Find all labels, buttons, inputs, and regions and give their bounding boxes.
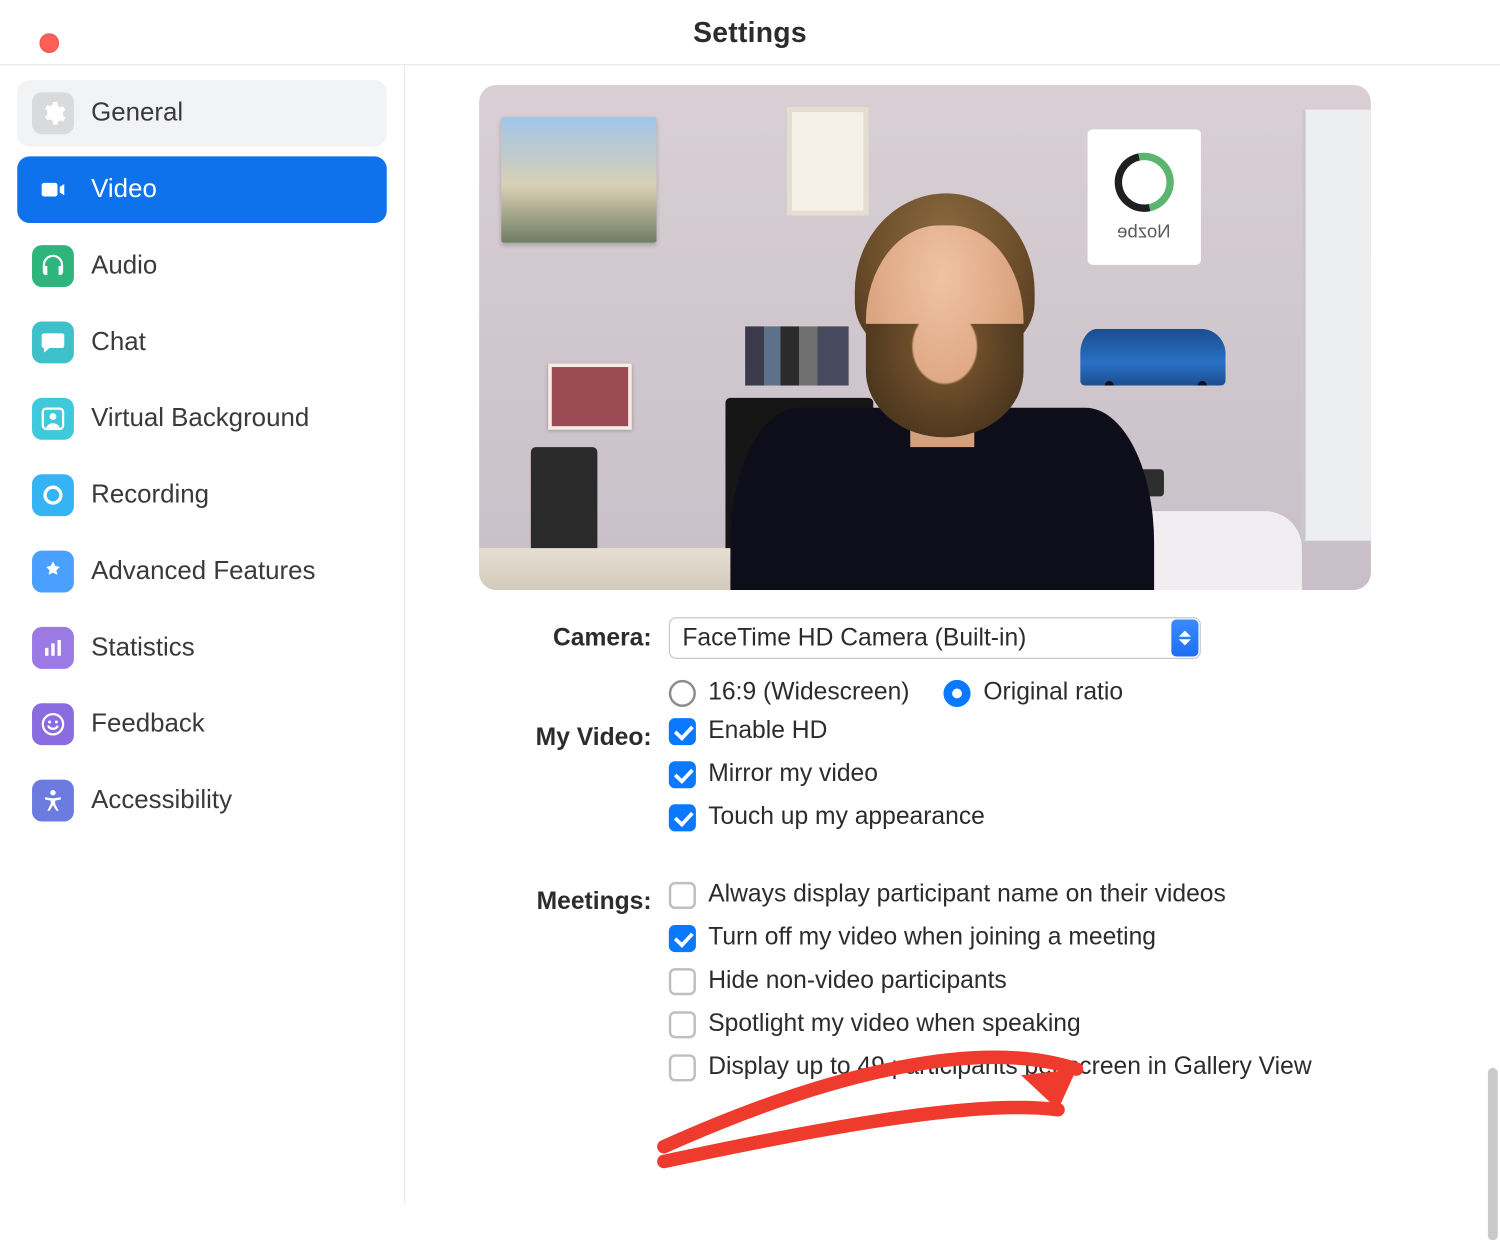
checkbox-label: Hide non-video participants xyxy=(708,967,1007,995)
sidebar-item-audio[interactable]: Audio xyxy=(17,233,387,300)
preview-person xyxy=(713,184,1171,590)
wall-photo xyxy=(548,363,632,430)
bar-chart-icon xyxy=(32,627,74,669)
my-video-label: My Video: xyxy=(479,717,669,753)
sidebar-item-label: Virtual Background xyxy=(91,404,309,434)
accessibility-icon xyxy=(32,780,74,822)
video-settings-panel: Nozbe Camera: xyxy=(405,65,1500,1203)
sidebar-item-general[interactable]: General xyxy=(17,80,387,147)
video-preview: Nozbe xyxy=(479,85,1371,590)
smile-icon xyxy=(32,703,74,745)
sidebar-item-label: Audio xyxy=(91,251,157,281)
checkbox-label: Always display participant name on their… xyxy=(708,881,1226,909)
checkbox-gallery-49[interactable]: Display up to 49 participants per screen… xyxy=(669,1053,1463,1081)
checkbox-label: Enable HD xyxy=(708,717,827,745)
sidebar-item-label: Chat xyxy=(91,328,146,358)
checkbox-label: Mirror my video xyxy=(708,760,878,788)
sidebar-item-label: Recording xyxy=(91,480,209,510)
radio-label: Original ratio xyxy=(983,679,1123,707)
chat-bubble-icon xyxy=(32,321,74,363)
sidebar-item-accessibility[interactable]: Accessibility xyxy=(17,767,387,834)
checkbox-display-name[interactable]: Always display participant name on their… xyxy=(669,881,1463,909)
close-window-dot[interactable] xyxy=(39,33,59,53)
scrollbar[interactable] xyxy=(1488,1068,1498,1240)
radio-label: 16:9 (Widescreen) xyxy=(708,679,909,707)
wall-picture xyxy=(501,117,656,243)
checkbox-label: Turn off my video when joining a meeting xyxy=(708,924,1156,952)
sidebar-item-label: Accessibility xyxy=(91,786,232,816)
checkbox-turn-off-video[interactable]: Turn off my video when joining a meeting xyxy=(669,924,1463,952)
headphones-icon xyxy=(32,245,74,287)
checkbox-label: Touch up my appearance xyxy=(708,803,985,831)
sidebar-item-statistics[interactable]: Statistics xyxy=(17,615,387,682)
window-title: Settings xyxy=(693,15,807,48)
radio-original-ratio[interactable]: Original ratio xyxy=(944,679,1123,707)
sidebar-item-recording[interactable]: Recording xyxy=(17,462,387,529)
settings-sidebar: General Video Audio Chat xyxy=(0,65,405,1203)
advanced-icon xyxy=(32,551,74,593)
sidebar-item-video[interactable]: Video xyxy=(17,156,387,223)
sidebar-item-label: General xyxy=(91,99,183,129)
sidebar-item-advanced-features[interactable]: Advanced Features xyxy=(17,538,387,605)
titlebar: Settings xyxy=(0,0,1500,65)
checkbox-label: Display up to 49 participants per screen… xyxy=(708,1053,1311,1081)
record-icon xyxy=(32,474,74,516)
camera-select[interactable]: FaceTime HD Camera (Built-in) xyxy=(669,617,1201,659)
sidebar-item-label: Feedback xyxy=(91,709,205,739)
checkbox-mirror-video[interactable]: Mirror my video xyxy=(669,760,1463,788)
select-stepper-icon xyxy=(1171,620,1198,657)
sidebar-item-virtual-background[interactable]: Virtual Background xyxy=(17,386,387,453)
sidebar-item-label: Advanced Features xyxy=(91,557,315,587)
checkbox-spotlight[interactable]: Spotlight my video when speaking xyxy=(669,1010,1463,1038)
camera-label: Camera: xyxy=(479,617,669,653)
camera-select-value: FaceTime HD Camera (Built-in) xyxy=(682,624,1026,652)
meetings-label: Meetings: xyxy=(479,881,669,917)
radio-16-9[interactable]: 16:9 (Widescreen) xyxy=(669,679,910,707)
checkbox-label: Spotlight my video when speaking xyxy=(708,1010,1080,1038)
gear-icon xyxy=(32,92,74,134)
checkbox-touch-up[interactable]: Touch up my appearance xyxy=(669,803,1463,831)
sidebar-item-label: Statistics xyxy=(91,633,195,663)
sidebar-item-label: Video xyxy=(91,175,157,205)
checkbox-hide-non-video[interactable]: Hide non-video participants xyxy=(669,967,1463,995)
video-camera-icon xyxy=(32,169,74,211)
whiteboard xyxy=(1302,110,1371,541)
sidebar-item-feedback[interactable]: Feedback xyxy=(17,691,387,758)
checkbox-enable-hd[interactable]: Enable HD xyxy=(669,717,1463,745)
person-square-icon xyxy=(32,398,74,440)
sidebar-item-chat[interactable]: Chat xyxy=(17,309,387,376)
